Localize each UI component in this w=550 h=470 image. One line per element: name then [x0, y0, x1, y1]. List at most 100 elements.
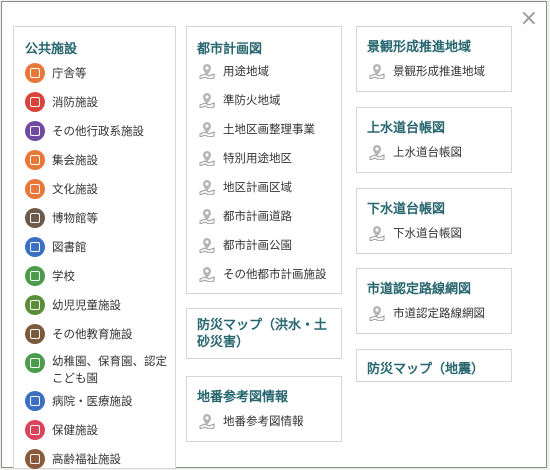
public-facility-label: その他教育施設	[52, 327, 133, 341]
landscape-header[interactable]: 景観形成推進地域	[367, 36, 471, 55]
public-facility-item[interactable]: 幼稚園、保育園、認定こども園	[25, 353, 170, 387]
urban-planning-item[interactable]: 準防火地域	[199, 92, 281, 109]
building-icon	[25, 63, 45, 83]
map-pin-icon	[369, 225, 385, 242]
public-facility-item[interactable]: 学校	[25, 266, 75, 286]
kindergarten-icon	[25, 353, 45, 373]
school-icon	[25, 266, 45, 286]
urban-planning-label: 特別用途地区	[223, 151, 292, 165]
fire-icon	[25, 92, 45, 112]
urban-planning-label: 地区計画区域	[223, 180, 292, 194]
public-facility-item[interactable]: 文化施設	[25, 179, 98, 199]
health-icon	[25, 420, 45, 440]
public-facility-item[interactable]: 博物館等	[25, 208, 98, 228]
cadastral-label: 地番参考図情報	[223, 414, 304, 428]
urban-planning-item[interactable]: 特別用途地区	[199, 150, 292, 167]
urban-planning-item[interactable]: 都市計画公園	[199, 237, 292, 254]
public-facility-label: その他行政系施設	[52, 124, 144, 138]
urban-planning-label: 都市計画公園	[223, 238, 292, 252]
map-pin-icon	[199, 150, 215, 167]
close-icon[interactable]: ×	[520, 8, 538, 30]
hospital-icon	[25, 391, 45, 411]
public-facility-item[interactable]: 病院・医療施設	[25, 391, 133, 411]
public-facility-label: 病院・医療施設	[52, 394, 133, 408]
public-facility-label: 図書館	[52, 240, 87, 254]
urban-planning-item[interactable]: その他都市計画施設	[199, 266, 327, 283]
map-pin-icon	[369, 144, 385, 161]
cadastral-header[interactable]: 地番参考図情報	[197, 386, 288, 405]
public-facility-item[interactable]: 幼児児童施設	[25, 295, 121, 315]
map-pin-icon	[199, 208, 215, 225]
sewer-label: 下水道台帳図	[393, 226, 462, 240]
urban-planning-item[interactable]: 地区計画区域	[199, 179, 292, 196]
public-facility-item[interactable]: 庁舎等	[25, 63, 87, 83]
education-icon	[25, 324, 45, 344]
water-supply-box: 上水道台帳図 上水道台帳図	[356, 107, 512, 173]
public-facility-label: 集会施設	[52, 153, 98, 167]
public-facility-item[interactable]: 高齢福祉施設	[25, 449, 121, 469]
layer-menu-panel: × 公共施設 庁舎等消防施設その他行政系施設 集会施設文化施設博物館等図書館学校幼…	[1, 1, 547, 469]
public-facility-label: 文化施設	[52, 182, 98, 196]
public-facility-item[interactable]: 図書館	[25, 237, 87, 257]
urban-planning-label: 土地区画整理事業	[223, 122, 315, 136]
public-facility-item[interactable]: その他行政系施設	[25, 121, 144, 141]
map-pin-icon	[199, 413, 215, 430]
public-facility-label: 学校	[52, 269, 75, 283]
urban-planning-item[interactable]: 用途地域	[199, 63, 269, 80]
sewer-header[interactable]: 下水道台帳図	[367, 198, 445, 217]
water-supply-item[interactable]: 上水道台帳図	[369, 144, 462, 161]
water-supply-header[interactable]: 上水道台帳図	[367, 117, 445, 136]
public-facility-item[interactable]: 保健施設	[25, 420, 98, 440]
public-facility-label: 幼稚園、保育園、認定こども園	[52, 354, 167, 385]
cadastral-item[interactable]: 地番参考図情報	[199, 413, 304, 430]
map-pin-icon	[199, 266, 215, 283]
roads-box: 市道認定路線網図 市道認定路線網図	[356, 268, 512, 334]
urban-planning-label: 都市計画道路	[223, 209, 292, 223]
public-facility-item[interactable]: 集会施設	[25, 150, 98, 170]
child-icon	[25, 295, 45, 315]
urban-planning-label: その他都市計画施設	[223, 267, 327, 281]
sewer-item[interactable]: 下水道台帳図	[369, 225, 462, 242]
public-facility-label: 博物館等	[52, 211, 98, 225]
urban-planning-item[interactable]: 都市計画道路	[199, 208, 292, 225]
map-pin-icon	[369, 63, 385, 80]
landscape-item[interactable]: 景観形成推進地域	[369, 63, 485, 80]
elderly-icon	[25, 449, 45, 469]
disaster-flood-box: 防災マップ（洪水・土砂災害）	[186, 308, 342, 359]
public-facility-label: 保健施設	[52, 423, 98, 437]
map-pin-icon	[199, 237, 215, 254]
map-pin-icon	[199, 92, 215, 109]
public-facility-label: 幼児児童施設	[52, 298, 121, 312]
map-pin-icon	[369, 305, 385, 322]
public-facility-item[interactable]: その他教育施設	[25, 324, 133, 344]
group-icon	[25, 150, 45, 170]
disaster-quake-header[interactable]: 防災マップ（地震）	[367, 358, 484, 377]
culture-icon	[25, 179, 45, 199]
book-icon	[25, 237, 45, 257]
map-pin-icon	[199, 179, 215, 196]
public-facilities-box: 公共施設 庁舎等消防施設その他行政系施設 集会施設文化施設博物館等図書館学校幼児児…	[13, 26, 176, 469]
urban-planning-item[interactable]: 土地区画整理事業	[199, 121, 315, 138]
public-facility-label: 庁舎等	[52, 66, 87, 80]
public-facility-label: 消防施設	[52, 95, 98, 109]
urban-planning-label: 用途地域	[223, 64, 269, 78]
cadastral-box: 地番参考図情報 地番参考図情報	[186, 376, 342, 442]
roads-item[interactable]: 市道認定路線網図	[369, 305, 485, 322]
map-pin-icon	[199, 121, 215, 138]
urban-planning-header[interactable]: 都市計画図	[197, 38, 262, 57]
urban-planning-box: 都市計画図 用途地域準防火地域土地区画整理事業 特別用途地区 地区計画区域 都市計画道…	[186, 26, 342, 294]
museum-icon	[25, 208, 45, 228]
landscape-label: 景観形成推進地域	[393, 64, 485, 78]
public-facility-item[interactable]: 消防施設	[25, 92, 98, 112]
map-pin-icon	[199, 63, 215, 80]
sewer-box: 下水道台帳図 下水道台帳図	[356, 188, 512, 254]
water-supply-label: 上水道台帳図	[393, 145, 462, 159]
public-facility-label: 高齢福祉施設	[52, 452, 121, 466]
urban-planning-label: 準防火地域	[223, 93, 281, 107]
public-facilities-header[interactable]: 公共施設	[25, 38, 77, 57]
roads-label: 市道認定路線網図	[393, 306, 485, 320]
disaster-flood-header[interactable]: 防災マップ（洪水・土砂災害）	[197, 317, 327, 351]
landscape-box: 景観形成推進地域 景観形成推進地域	[356, 26, 512, 92]
disaster-quake-box: 防災マップ（地震）	[356, 349, 512, 382]
roads-header[interactable]: 市道認定路線網図	[367, 278, 471, 297]
